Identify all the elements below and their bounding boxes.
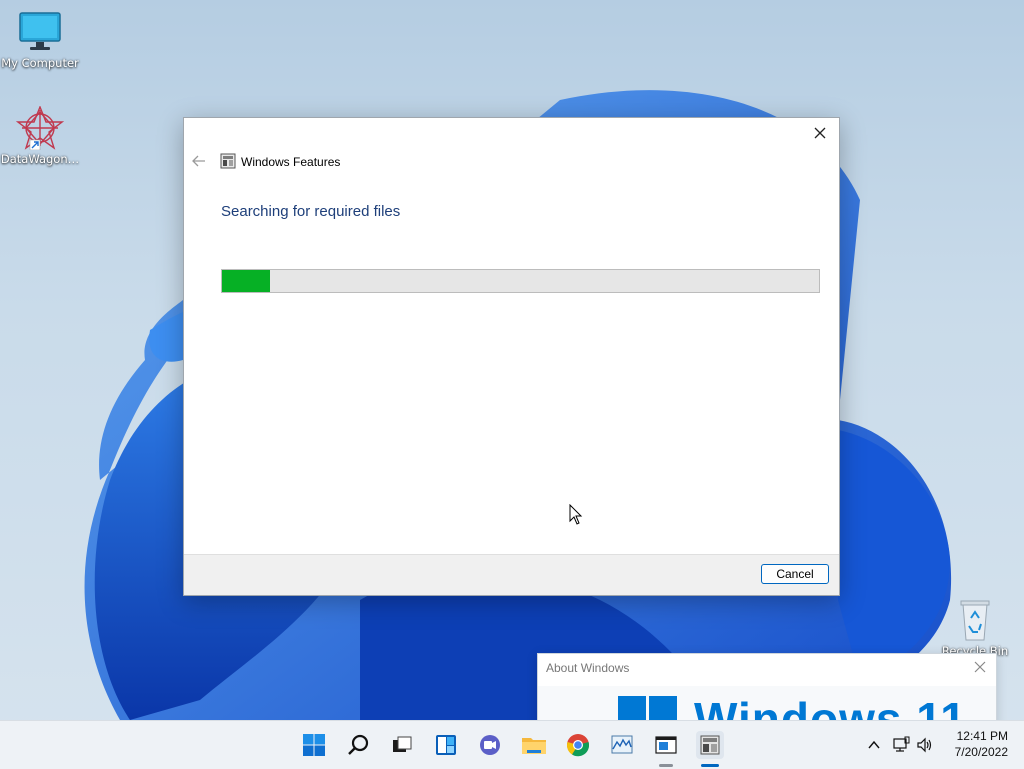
active-indicator (701, 764, 719, 767)
widgets-button[interactable] (432, 731, 460, 759)
windows-features-icon (700, 735, 720, 755)
recycle-bin-icon (951, 598, 999, 642)
network-button[interactable] (891, 735, 911, 755)
close-icon (814, 127, 826, 139)
desktop-icon-my-computer[interactable]: My Computer (0, 10, 80, 70)
close-button[interactable] (807, 122, 833, 144)
search-icon (348, 734, 369, 755)
search-button[interactable] (344, 731, 372, 759)
desktop-icon-label: DataWagon… (0, 152, 80, 166)
widgets-icon (436, 735, 456, 755)
file-explorer-button[interactable] (520, 731, 548, 759)
clock-time: 12:41 PM (956, 729, 1008, 743)
monitor-icon (16, 10, 64, 54)
progress-bar (221, 269, 820, 293)
chevron-up-icon (868, 740, 880, 749)
desktop-icon-label: My Computer (1, 56, 79, 70)
task-view-icon (393, 736, 412, 752)
windows-logo-icon (303, 734, 325, 756)
window-icon (655, 736, 677, 754)
task-view-button[interactable] (388, 731, 416, 759)
dialog-title: Windows Features (241, 155, 341, 169)
folder-icon (522, 738, 546, 754)
network-icon (893, 736, 910, 752)
desktop-icon-datawagon[interactable]: DataWagon… (0, 105, 80, 166)
clock-date: 7/20/2022 (954, 745, 1008, 759)
cancel-button[interactable]: Cancel (761, 564, 829, 584)
close-icon[interactable] (972, 659, 988, 675)
windows-features-button[interactable] (696, 731, 724, 767)
dialog-footer: Cancel (184, 554, 839, 595)
mouse-cursor-icon (569, 504, 583, 525)
datawagon-shortcut-icon (15, 105, 65, 151)
speaker-icon (917, 737, 932, 753)
progress-bar-fill (222, 270, 270, 292)
system-clock[interactable]: 12:41 PM 7/20/2022 (955, 728, 1008, 760)
show-hidden-icons-button[interactable] (864, 735, 884, 755)
volume-button[interactable] (915, 735, 935, 755)
status-heading: Searching for required files (221, 203, 401, 220)
start-button[interactable] (300, 731, 328, 759)
performance-monitor-icon (611, 735, 633, 754)
windows-features-icon (220, 153, 236, 169)
taskbar: 12:41 PM 7/20/2022 (0, 720, 1024, 769)
performance-monitor-button[interactable] (608, 731, 636, 759)
chat-button[interactable] (476, 731, 504, 759)
about-window-title: About Windows (546, 661, 630, 675)
chrome-button[interactable] (564, 731, 592, 759)
about-windows-button[interactable] (652, 731, 680, 767)
chrome-icon (566, 734, 590, 757)
desktop-icon-recycle-bin[interactable]: Recycle Bin (935, 598, 1015, 658)
chat-icon (480, 735, 500, 755)
windows-features-dialog: Windows Features Searching for required … (183, 117, 840, 596)
running-indicator (659, 764, 673, 767)
back-arrow-icon[interactable] (191, 154, 207, 168)
